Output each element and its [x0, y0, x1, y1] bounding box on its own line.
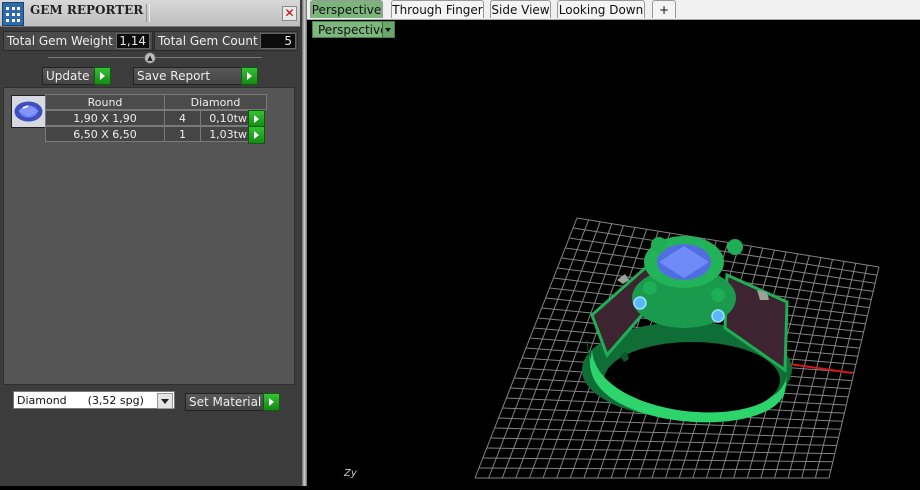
title-grip [146, 4, 150, 22]
3d-viewport[interactable] [307, 40, 920, 486]
tab-side-view[interactable]: Side View [490, 0, 551, 18]
add-tab-icon[interactable]: + [652, 0, 676, 18]
panel-title: GEM REPORTER [30, 3, 144, 17]
save-report-button[interactable]: Save Report [133, 67, 258, 85]
update-button[interactable]: Update [42, 67, 111, 85]
play-arrow-icon [248, 126, 265, 144]
side-gem [711, 309, 725, 323]
material-select[interactable]: Diamond (3,52 spg) [13, 391, 175, 409]
table-cell-size: 1,90 X 1,90 [45, 110, 165, 126]
total-gem-weight-label: Total Gem Weight [7, 34, 113, 48]
total-gem-count-label: Total Gem Count [158, 34, 258, 48]
view-mode-dropdown[interactable]: Perspective [312, 21, 395, 38]
gem-reporter-icon [2, 2, 24, 26]
table-cell-size: 6,50 X 6,50 [45, 126, 165, 142]
collapse-knob-icon[interactable]: ▲ [144, 52, 156, 64]
table-header-diamond: Diamond [164, 94, 267, 110]
total-gem-count-box: Total Gem Count 5 [154, 31, 298, 51]
gem-reporter-panel: GEM REPORTER ✕ Total Gem Weight 1,14 Tot… [0, 0, 302, 486]
tab-perspective[interactable]: Perspective [310, 0, 383, 18]
prong [651, 237, 667, 253]
gem-list-area: Round Diamond 1,90 X 1,90 4 0,10tw 6,50 … [3, 87, 295, 385]
total-gem-weight-box: Total Gem Weight 1,14 [3, 31, 153, 51]
panel-titlebar[interactable]: GEM REPORTER ✕ [0, 0, 300, 27]
view-mode-value: Perspective [318, 23, 388, 37]
prong [727, 239, 743, 255]
material-select-value: Diamond (3,52 spg) [17, 394, 144, 407]
chevron-down-icon[interactable] [157, 393, 173, 409]
tab-looking-down[interactable]: Looking Down [557, 0, 645, 18]
table-cell-count: 4 [164, 110, 201, 126]
set-material-button[interactable]: Set Material [185, 393, 280, 411]
table-cell-weight: 0,10tw [200, 110, 250, 126]
viewport-tabbar: Perspective Through Finger Side View Loo… [307, 0, 920, 20]
table-header-round: Round [45, 94, 165, 110]
save-report-label: Save Report [137, 69, 211, 83]
scene-render [474, 217, 880, 479]
gem-thumbnail-icon[interactable] [11, 95, 46, 128]
axis-indicator: Zy [344, 468, 357, 479]
play-arrow-icon [241, 67, 258, 85]
chevron-down-icon[interactable] [382, 22, 394, 37]
table-cell-weight: 1,03tw [200, 126, 250, 142]
total-gem-count-value: 5 [260, 33, 296, 49]
play-arrow-icon [263, 393, 280, 411]
close-icon[interactable]: ✕ [282, 6, 297, 21]
table-cell-count: 1 [164, 126, 201, 142]
update-label: Update [46, 69, 90, 83]
tab-through-finger[interactable]: Through Finger [391, 0, 484, 18]
prong [711, 288, 725, 302]
grid-line [828, 266, 880, 479]
side-gem [633, 296, 647, 310]
set-material-label: Set Material [189, 395, 262, 409]
total-gem-weight-value: 1,14 [116, 33, 150, 49]
prong [643, 281, 657, 295]
play-arrow-icon [94, 67, 111, 85]
